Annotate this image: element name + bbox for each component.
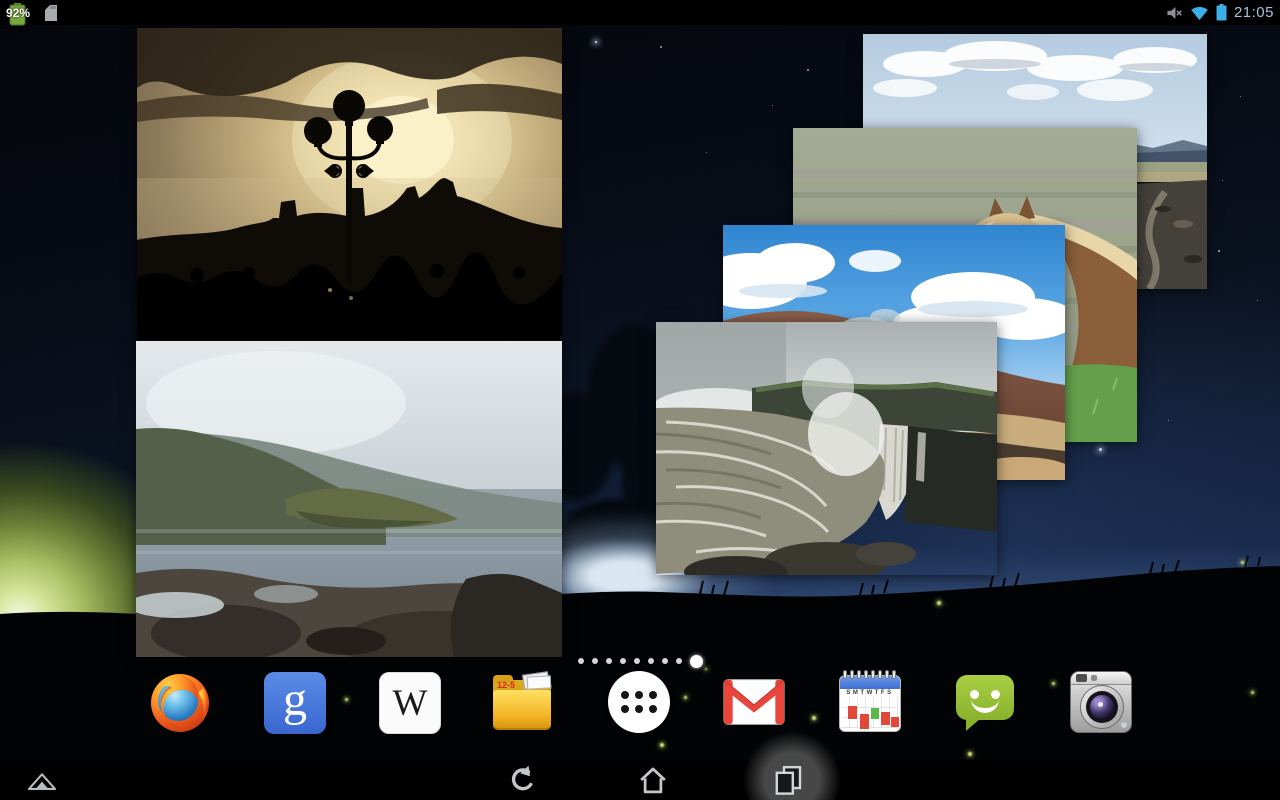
folder-label: 12-5 — [497, 680, 516, 690]
home-icon — [640, 767, 666, 794]
navigation-bar — [0, 732, 1280, 800]
hide-navbar-button[interactable] — [6, 760, 78, 800]
messaging-icon — [954, 672, 1016, 734]
calendar-icon: SMTWTFS — [839, 670, 901, 732]
firefox-icon — [151, 674, 209, 732]
dock-item-firefox[interactable] — [148, 670, 212, 734]
page-dot — [662, 658, 668, 664]
app-drawer-icon — [608, 671, 670, 733]
recents-button[interactable] — [752, 760, 824, 800]
back-button[interactable] — [485, 760, 557, 800]
recents-icon — [775, 766, 802, 795]
clock-label: 21:05 — [1233, 4, 1274, 21]
home-button[interactable] — [617, 760, 689, 800]
gmail-icon — [723, 679, 785, 725]
dock-item-camera[interactable] — [1070, 671, 1134, 735]
dock-item-file-manager[interactable]: 12-5 — [491, 671, 555, 736]
folder-icon: 12-5 — [491, 671, 555, 734]
page-dot — [634, 658, 640, 664]
page-dot — [620, 658, 626, 664]
photo-sunset-lamppost[interactable] — [137, 28, 562, 340]
sd-card-icon — [45, 4, 57, 21]
page-dot — [578, 658, 584, 664]
dock-item-wikipedia[interactable]: W — [379, 672, 443, 736]
page-indicator — [578, 652, 703, 670]
mute-icon — [1167, 6, 1182, 19]
dock-item-gmail[interactable] — [723, 678, 787, 742]
hide-navbar-icon — [27, 773, 57, 790]
wikipedia-glyph: W — [392, 682, 428, 724]
dock-item-google-search[interactable]: g — [264, 672, 328, 736]
green-battery-icon: 92% — [6, 2, 31, 25]
dock-item-calendar[interactable]: SMTWTFS — [839, 670, 903, 734]
home-screen: g W 12-5 SMTWTFS 92% 21:05 — [0, 0, 1280, 800]
wifi-icon — [1191, 6, 1208, 20]
google-glyph: g — [283, 673, 307, 726]
page-dot — [606, 658, 612, 664]
page-dot-active — [690, 654, 703, 668]
back-icon — [511, 765, 533, 791]
page-dot — [676, 658, 682, 664]
photo-coastal-fjord[interactable] — [136, 341, 562, 657]
dock-item-messaging[interactable] — [954, 672, 1018, 736]
battery-icon — [1216, 4, 1227, 21]
page-dot — [648, 658, 654, 664]
page-dot — [592, 658, 598, 664]
status-bar: 92% 21:05 — [0, 0, 1280, 25]
battery-percent-label: 92% — [6, 5, 31, 20]
dock: g W 12-5 SMTWTFS — [0, 668, 1280, 748]
camera-icon — [1070, 671, 1132, 733]
calendar-weekday-letters: SMTWTFS — [846, 690, 894, 696]
photo-glacial-waterfall[interactable] — [656, 322, 997, 575]
dock-item-app-drawer[interactable] — [608, 671, 672, 735]
calendar-spiral-binding — [843, 670, 897, 680]
wikipedia-icon: W — [379, 672, 441, 734]
google-icon: g — [264, 672, 326, 734]
